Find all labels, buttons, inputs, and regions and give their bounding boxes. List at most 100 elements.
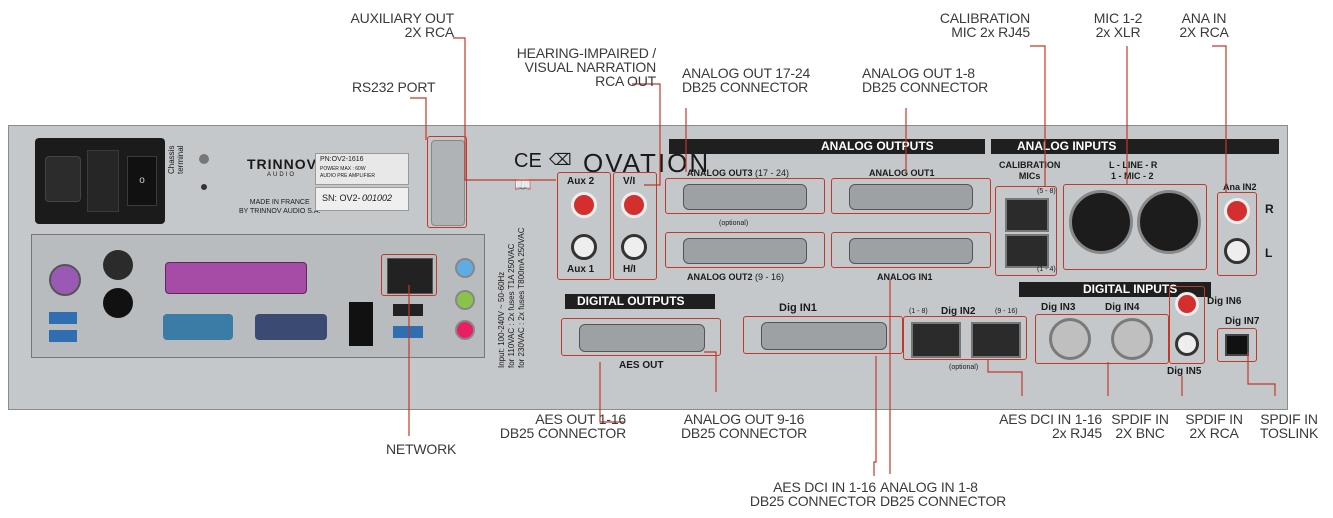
calibration-mics-label: CALIBRATION MICs — [999, 160, 1061, 181]
dig-in4-label: Dig IN4 — [1105, 302, 1140, 313]
dig-in6-label: Dig IN6 — [1207, 296, 1242, 307]
analog-inputs-band: ANALOG INPUTS — [991, 139, 1279, 154]
vi-rca — [621, 192, 647, 218]
audio-jack-blue — [455, 258, 475, 278]
aux2-label: Aux 2 — [567, 176, 595, 187]
usb-port-2 — [49, 330, 77, 342]
callout-analog-out-9-16: ANALOG OUT 9-16 DB25 CONNECTOR — [680, 411, 808, 441]
part-number-label: PN:OV2-1616 POWER MAX : 60W AUDIO PRE AM… — [315, 153, 409, 185]
callout-aes-out-1-16: AES OUT 1-16 DB25 CONNECTOR — [499, 411, 626, 441]
dig-in2-rj45-1 — [911, 322, 961, 358]
parallel-port — [165, 262, 307, 294]
ground-screw — [201, 184, 207, 190]
aes-out-label: AES OUT — [619, 360, 664, 371]
audio-jack-green — [455, 290, 475, 310]
optional-label: (optional) — [719, 220, 749, 227]
callout-network: NETWORK — [386, 441, 457, 457]
xlr-1 — [1069, 190, 1133, 254]
dig-in1-label: Dig IN1 — [779, 302, 817, 314]
bnc-1 — [1049, 318, 1091, 360]
line-label: L - LINE - R — [1109, 160, 1158, 170]
toslink-port — [1225, 334, 1249, 356]
digital-outputs-band: DIGITAL OUTPUTS — [565, 294, 715, 309]
callout-spdif-toslink: SPDIF IN TOSLINK — [1259, 411, 1319, 441]
range-1-4: (1 - 4) — [1037, 266, 1056, 273]
usb-port-1 — [49, 312, 77, 324]
dig-in5-rca — [1175, 332, 1199, 356]
analog-out3-label: ANALOG OUT3 (17 - 24) — [687, 168, 790, 178]
ana-in-r — [1224, 198, 1250, 224]
callout-calibration-mic: CALIBRATION MIC 2x RJ45 — [939, 10, 1030, 40]
analog-in1-label: ANALOG IN1 — [877, 272, 933, 282]
vi-label: V/I — [623, 176, 636, 187]
callout-hearing-impaired: HEARING-IMPAIRED / VISUAL NARRATION RCA OU… — [516, 45, 656, 89]
l-label: L — [1265, 246, 1273, 260]
optional2-label: (optional) — [949, 364, 979, 371]
trinnov-logo-sub: AUDIO — [267, 172, 297, 178]
callout-analog-in-1-8: ANALOG IN 1-8 DB25 CONNECTOR — [880, 479, 1007, 509]
callout-aes-dci-in-db25: AES DCI IN 1-16 DB25 CONNECTOR — [749, 479, 876, 509]
ana-in-l — [1224, 238, 1250, 264]
analog-outputs-band: ANALOG OUTPUTS — [669, 139, 985, 154]
audio-jack-pink — [455, 320, 475, 340]
chassis-terminal-label: Chassis terminal — [167, 145, 185, 174]
analog-out1-db25 — [849, 184, 973, 210]
dig-in2-rj45-2 — [971, 322, 1021, 358]
dig-in7-label: Dig IN7 — [1225, 316, 1260, 327]
aux2-rca — [571, 192, 597, 218]
analog-out1-label: ANALOG OUT1 — [869, 168, 935, 178]
calibration-rj45-1 — [1005, 198, 1049, 232]
dig-in5-label: Dig IN5 — [1167, 366, 1202, 377]
dig-in6-rca — [1175, 292, 1199, 316]
made-in-label: MADE IN FRANCE BY TRINNOV AUDIO S.A. — [239, 199, 321, 215]
hole2 — [103, 288, 133, 318]
usb-port-4 — [393, 326, 423, 338]
dig-in1-db25 — [761, 322, 887, 350]
r-label: R — [1265, 202, 1274, 216]
range-1-8: (1 - 8) — [909, 308, 928, 315]
aes-out-db25 — [579, 324, 705, 352]
ce-mark: CE — [514, 150, 542, 172]
analog-in1-db25 — [849, 238, 973, 264]
aux1-label: Aux 1 — [567, 264, 595, 275]
usb-port-3 — [393, 304, 423, 316]
hole — [103, 250, 133, 280]
callout-aes-dci-in-rj45: AES DCI IN 1-16 2x RJ45 — [999, 411, 1102, 441]
analog-out2-label: ANALOG OUT2 (9 - 16) — [687, 272, 785, 282]
serial-port — [163, 314, 233, 340]
analog-out2-db25 — [683, 238, 807, 264]
aux1-rca — [571, 234, 597, 260]
power-specs: Input: 100-240V ~ 50-60Hz for 110VAC : 2… — [497, 227, 526, 368]
callout-spdif-rca: SPDIF IN 2X RCA — [1185, 411, 1243, 441]
power-switch: o — [127, 156, 157, 206]
network-box — [381, 254, 437, 296]
callout-rs232: RS232 PORT — [352, 79, 436, 95]
callout-analog-out-1-8: ANALOG OUT 1-8 DB25 CONNECTOR — [862, 65, 989, 95]
dig-in3-label: Dig IN3 — [1041, 302, 1076, 313]
iec-socket — [45, 156, 81, 202]
ana-in2-label: Ana IN2 — [1223, 182, 1257, 192]
range-5-8: (5 - 8) — [1037, 188, 1056, 195]
hi-rca — [621, 234, 647, 260]
mic-label: 1 - MIC - 2 — [1111, 171, 1154, 181]
rs232-box — [427, 136, 467, 228]
callout-analog-out-17-24: ANALOG OUT 17-24 DB25 CONNECTOR — [682, 65, 811, 95]
weee-icon: ⌫ — [549, 152, 572, 169]
calibration-rj45-2 — [1005, 234, 1049, 268]
callout-auxiliary-out: AUXILIARY OUT 2X RCA — [350, 10, 455, 40]
power-inlet: o — [35, 138, 165, 224]
fuse-holder — [87, 150, 119, 212]
vga-port — [255, 314, 327, 340]
analog-out3-db25 — [683, 184, 807, 210]
callout-mic-1-2: MIC 1-2 2x XLR — [1093, 10, 1143, 40]
range-9-16: (9 - 16) — [995, 308, 1018, 315]
hi-label: H/I — [623, 264, 636, 275]
hdmi-port — [349, 302, 373, 346]
trinnov-logo: TRINNOV — [247, 156, 317, 172]
ps2-port — [49, 264, 81, 296]
manual-icon: 📖 — [514, 176, 532, 192]
serial-number-label: SN: OV2- 001002 — [315, 187, 409, 211]
chassis-terminal-screw — [199, 154, 209, 164]
bnc-2 — [1111, 318, 1153, 360]
callout-ana-in: ANA IN 2X RCA — [1179, 10, 1229, 40]
